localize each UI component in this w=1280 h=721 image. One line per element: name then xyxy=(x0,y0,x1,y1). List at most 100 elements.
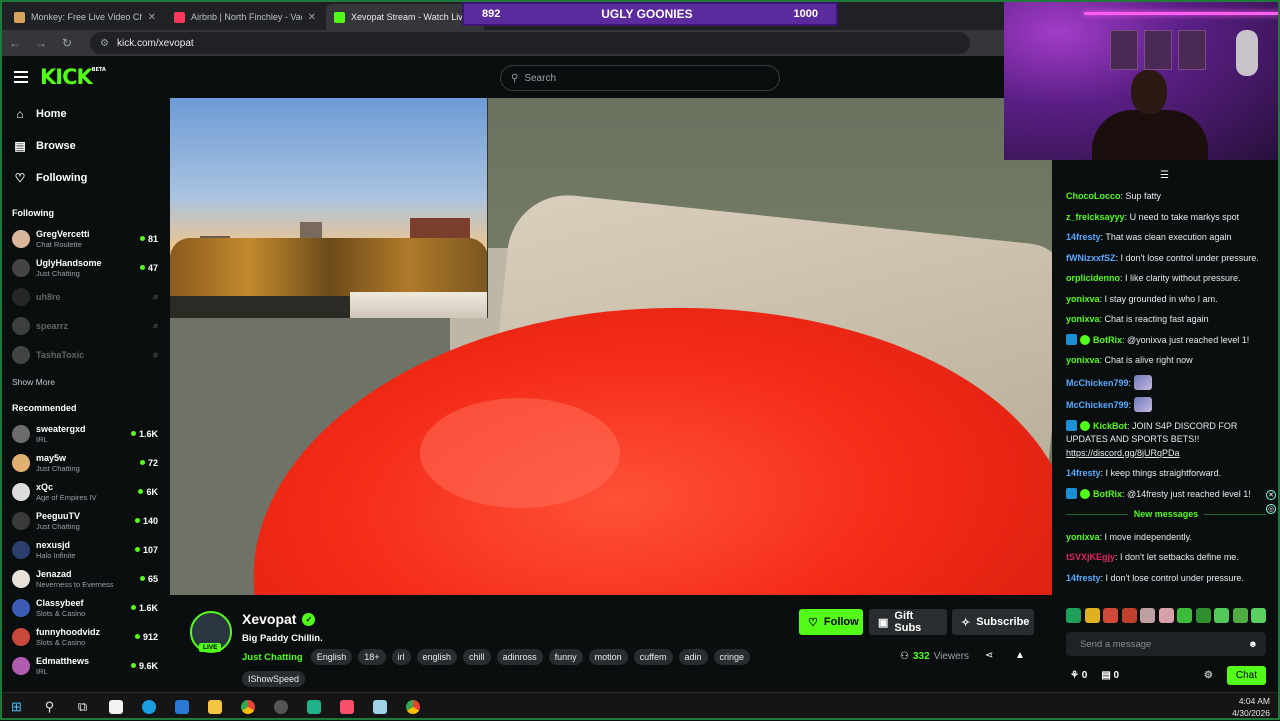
follow-button[interactable]: ♡ Follow xyxy=(799,609,863,635)
stream-tag[interactable]: funny xyxy=(548,649,583,665)
emote-icon[interactable] xyxy=(1140,608,1155,623)
emote-icon[interactable] xyxy=(1121,608,1137,623)
sidebar-channel[interactable]: sweatergxd IRL 1.6K xyxy=(0,419,170,448)
chat-username[interactable]: 14fresty xyxy=(1066,232,1101,242)
close-tab-icon[interactable]: ✕ xyxy=(148,12,156,23)
stream-tag[interactable]: irl xyxy=(391,649,411,665)
chat-username[interactable]: tSVXjKEgjy xyxy=(1066,552,1115,562)
close-tab-icon[interactable]: ✕ xyxy=(308,12,316,23)
stream-tag[interactable]: English xyxy=(310,649,353,665)
stream-tag[interactable]: 18+ xyxy=(358,649,386,665)
chat-username[interactable]: ChocoLocco xyxy=(1066,191,1121,201)
send-chat-button[interactable]: Chat xyxy=(1226,666,1266,685)
stream-tag[interactable]: IShowSpeed xyxy=(242,671,306,687)
sidebar-nav-following[interactable]: ♡ Following xyxy=(0,162,170,194)
kick-logo[interactable]: KICKBETA xyxy=(40,65,106,89)
chat-username[interactable]: McChicken799 xyxy=(1066,400,1129,410)
sidebar-channel[interactable]: nexusjd Halo Infinite 107 xyxy=(0,535,170,564)
notes-icon[interactable] xyxy=(363,693,396,721)
sidebar-channel[interactable]: Jenazad Neverness to Everness 65 xyxy=(0,564,170,593)
chat-username[interactable]: 14fresty xyxy=(1066,468,1101,478)
url-field[interactable]: ⚙ kick.com/xevopat xyxy=(90,32,970,54)
sidebar-channel[interactable]: spearrz ⌀ xyxy=(0,311,170,340)
browser-tab[interactable]: Airbnb | North Finchley - Vacati ✕ xyxy=(166,4,324,30)
stream-tag[interactable]: chill xyxy=(463,649,491,665)
emote-icon[interactable] xyxy=(1158,608,1174,623)
chat-username[interactable]: fWNizxxfSZ xyxy=(1066,253,1116,263)
stream-tag[interactable]: cuffem xyxy=(633,649,673,665)
report-icon[interactable]: ▲ xyxy=(1015,650,1025,661)
new-messages-divider[interactable]: New messages xyxy=(1066,508,1266,522)
emote-icon[interactable] xyxy=(1066,608,1081,623)
emote-icon[interactable] xyxy=(1195,608,1211,623)
subscribe-button[interactable]: ✧ Subscribe xyxy=(952,609,1034,635)
sidebar-nav-home[interactable]: ⌂ Home xyxy=(0,98,170,130)
channel-points[interactable]: ⚘ 0 xyxy=(1070,670,1087,681)
sidebar-channel[interactable]: Edmatthews IRL 9.6K xyxy=(0,651,170,680)
sidebar-channel[interactable]: Classybeef Slots & Casino 1.6K xyxy=(0,593,170,622)
stream-tag[interactable]: adin xyxy=(678,649,708,665)
chat-username[interactable]: yonixva xyxy=(1066,355,1100,365)
share-icon[interactable]: ⋖ xyxy=(985,650,993,661)
chat-username[interactable]: 14fresty xyxy=(1066,573,1101,583)
emote-icon[interactable] xyxy=(1103,608,1118,623)
chat-username[interactable]: KickBot xyxy=(1093,421,1127,431)
obs-icon[interactable] xyxy=(264,693,297,721)
task-view-icon[interactable]: ⧉ xyxy=(66,693,99,721)
back-icon[interactable]: ← xyxy=(8,36,22,50)
chat-username[interactable]: BotRix xyxy=(1093,489,1122,499)
site-info-icon[interactable]: ⚙ xyxy=(100,38,109,49)
mail-icon[interactable] xyxy=(165,693,198,721)
close-overlay-icon[interactable]: ✕ xyxy=(1266,490,1276,500)
emote-icon[interactable] xyxy=(1084,608,1100,623)
reload-icon[interactable]: ↻ xyxy=(60,36,74,50)
chat-username[interactable]: McChicken799 xyxy=(1066,378,1129,388)
explorer-icon[interactable] xyxy=(198,693,231,721)
sidebar-channel[interactable]: GregVercetti Chat Roulette 81 xyxy=(0,224,170,253)
stream-tag[interactable]: motion xyxy=(588,649,628,665)
sidebar-channel[interactable]: uh8re ⌀ xyxy=(0,282,170,311)
sidebar-nav-browse[interactable]: ▤ Browse xyxy=(0,130,170,162)
stream-tag[interactable]: english xyxy=(416,649,458,665)
search-input[interactable]: ⚲ Search xyxy=(500,65,780,91)
chat-message-input[interactable]: Send a message ☻ xyxy=(1066,632,1266,656)
chrome-icon[interactable] xyxy=(231,693,264,721)
stream-tag[interactable]: adinross xyxy=(496,649,543,665)
stream-tag[interactable]: cringe xyxy=(713,649,751,665)
emote-icon[interactable] xyxy=(1251,608,1266,623)
chat-username[interactable]: z_freicksayyy xyxy=(1066,212,1125,222)
category-link[interactable]: Just Chatting xyxy=(242,652,303,663)
chat-username[interactable]: yonixva xyxy=(1066,314,1100,324)
sidebar-channel[interactable]: UglyHandsome Just Chatting 47 xyxy=(0,253,170,282)
gift-subs-button[interactable]: ▣ Gift Subs xyxy=(869,609,947,635)
forward-icon[interactable]: → xyxy=(34,36,48,50)
music-icon[interactable] xyxy=(330,693,363,721)
chat-username[interactable]: yonixva xyxy=(1066,294,1100,304)
sidebar-channel[interactable]: xQc Age of Empires IV 6K xyxy=(0,477,170,506)
browser-tab[interactable]: Monkey: Free Live Video Chat w ✕ xyxy=(6,4,164,30)
emote-icon[interactable] xyxy=(1177,608,1192,623)
chat-username[interactable]: BotRix xyxy=(1093,335,1122,345)
app-icon[interactable] xyxy=(297,693,330,721)
chat-filter-icon[interactable]: ☰ xyxy=(1160,170,1169,181)
windows-start-icon[interactable]: ⊞ xyxy=(0,693,33,721)
browser-tab[interactable]: Xevopat Stream - Watch Live o✕ xyxy=(326,4,484,30)
chat-settings-icon[interactable]: ⚙ xyxy=(1204,670,1213,681)
channel-name[interactable]: Xevopat xyxy=(242,611,296,627)
show-more-link[interactable]: Show More xyxy=(0,369,170,389)
chat-username[interactable]: yonixva xyxy=(1066,532,1100,542)
store-icon[interactable] xyxy=(99,693,132,721)
chat-link[interactable]: https://discord.gg/8jURqPDa xyxy=(1066,448,1180,458)
sidebar-channel[interactable]: TashaToxic ⌀ xyxy=(0,340,170,369)
system-clock[interactable]: 4:04 AM 4/30/2026 xyxy=(1232,695,1270,719)
search-icon[interactable]: ⚲ xyxy=(33,693,66,721)
emote-icon[interactable] xyxy=(1214,608,1229,623)
sidebar-channel[interactable]: funnyhoodvidz Slots & Casino 912 xyxy=(0,622,170,651)
sidebar-channel[interactable]: may5w Just Chatting 72 xyxy=(0,448,170,477)
emoji-icon[interactable]: ☻ xyxy=(1248,639,1258,650)
edge-icon[interactable] xyxy=(132,693,165,721)
video-player[interactable] xyxy=(170,98,1052,595)
sidebar-channel[interactable]: PeeguuTV Just Chatting 140 xyxy=(0,506,170,535)
chrome-active-icon[interactable] xyxy=(396,693,429,721)
sub-count[interactable]: ▤ 0 xyxy=(1101,670,1119,681)
